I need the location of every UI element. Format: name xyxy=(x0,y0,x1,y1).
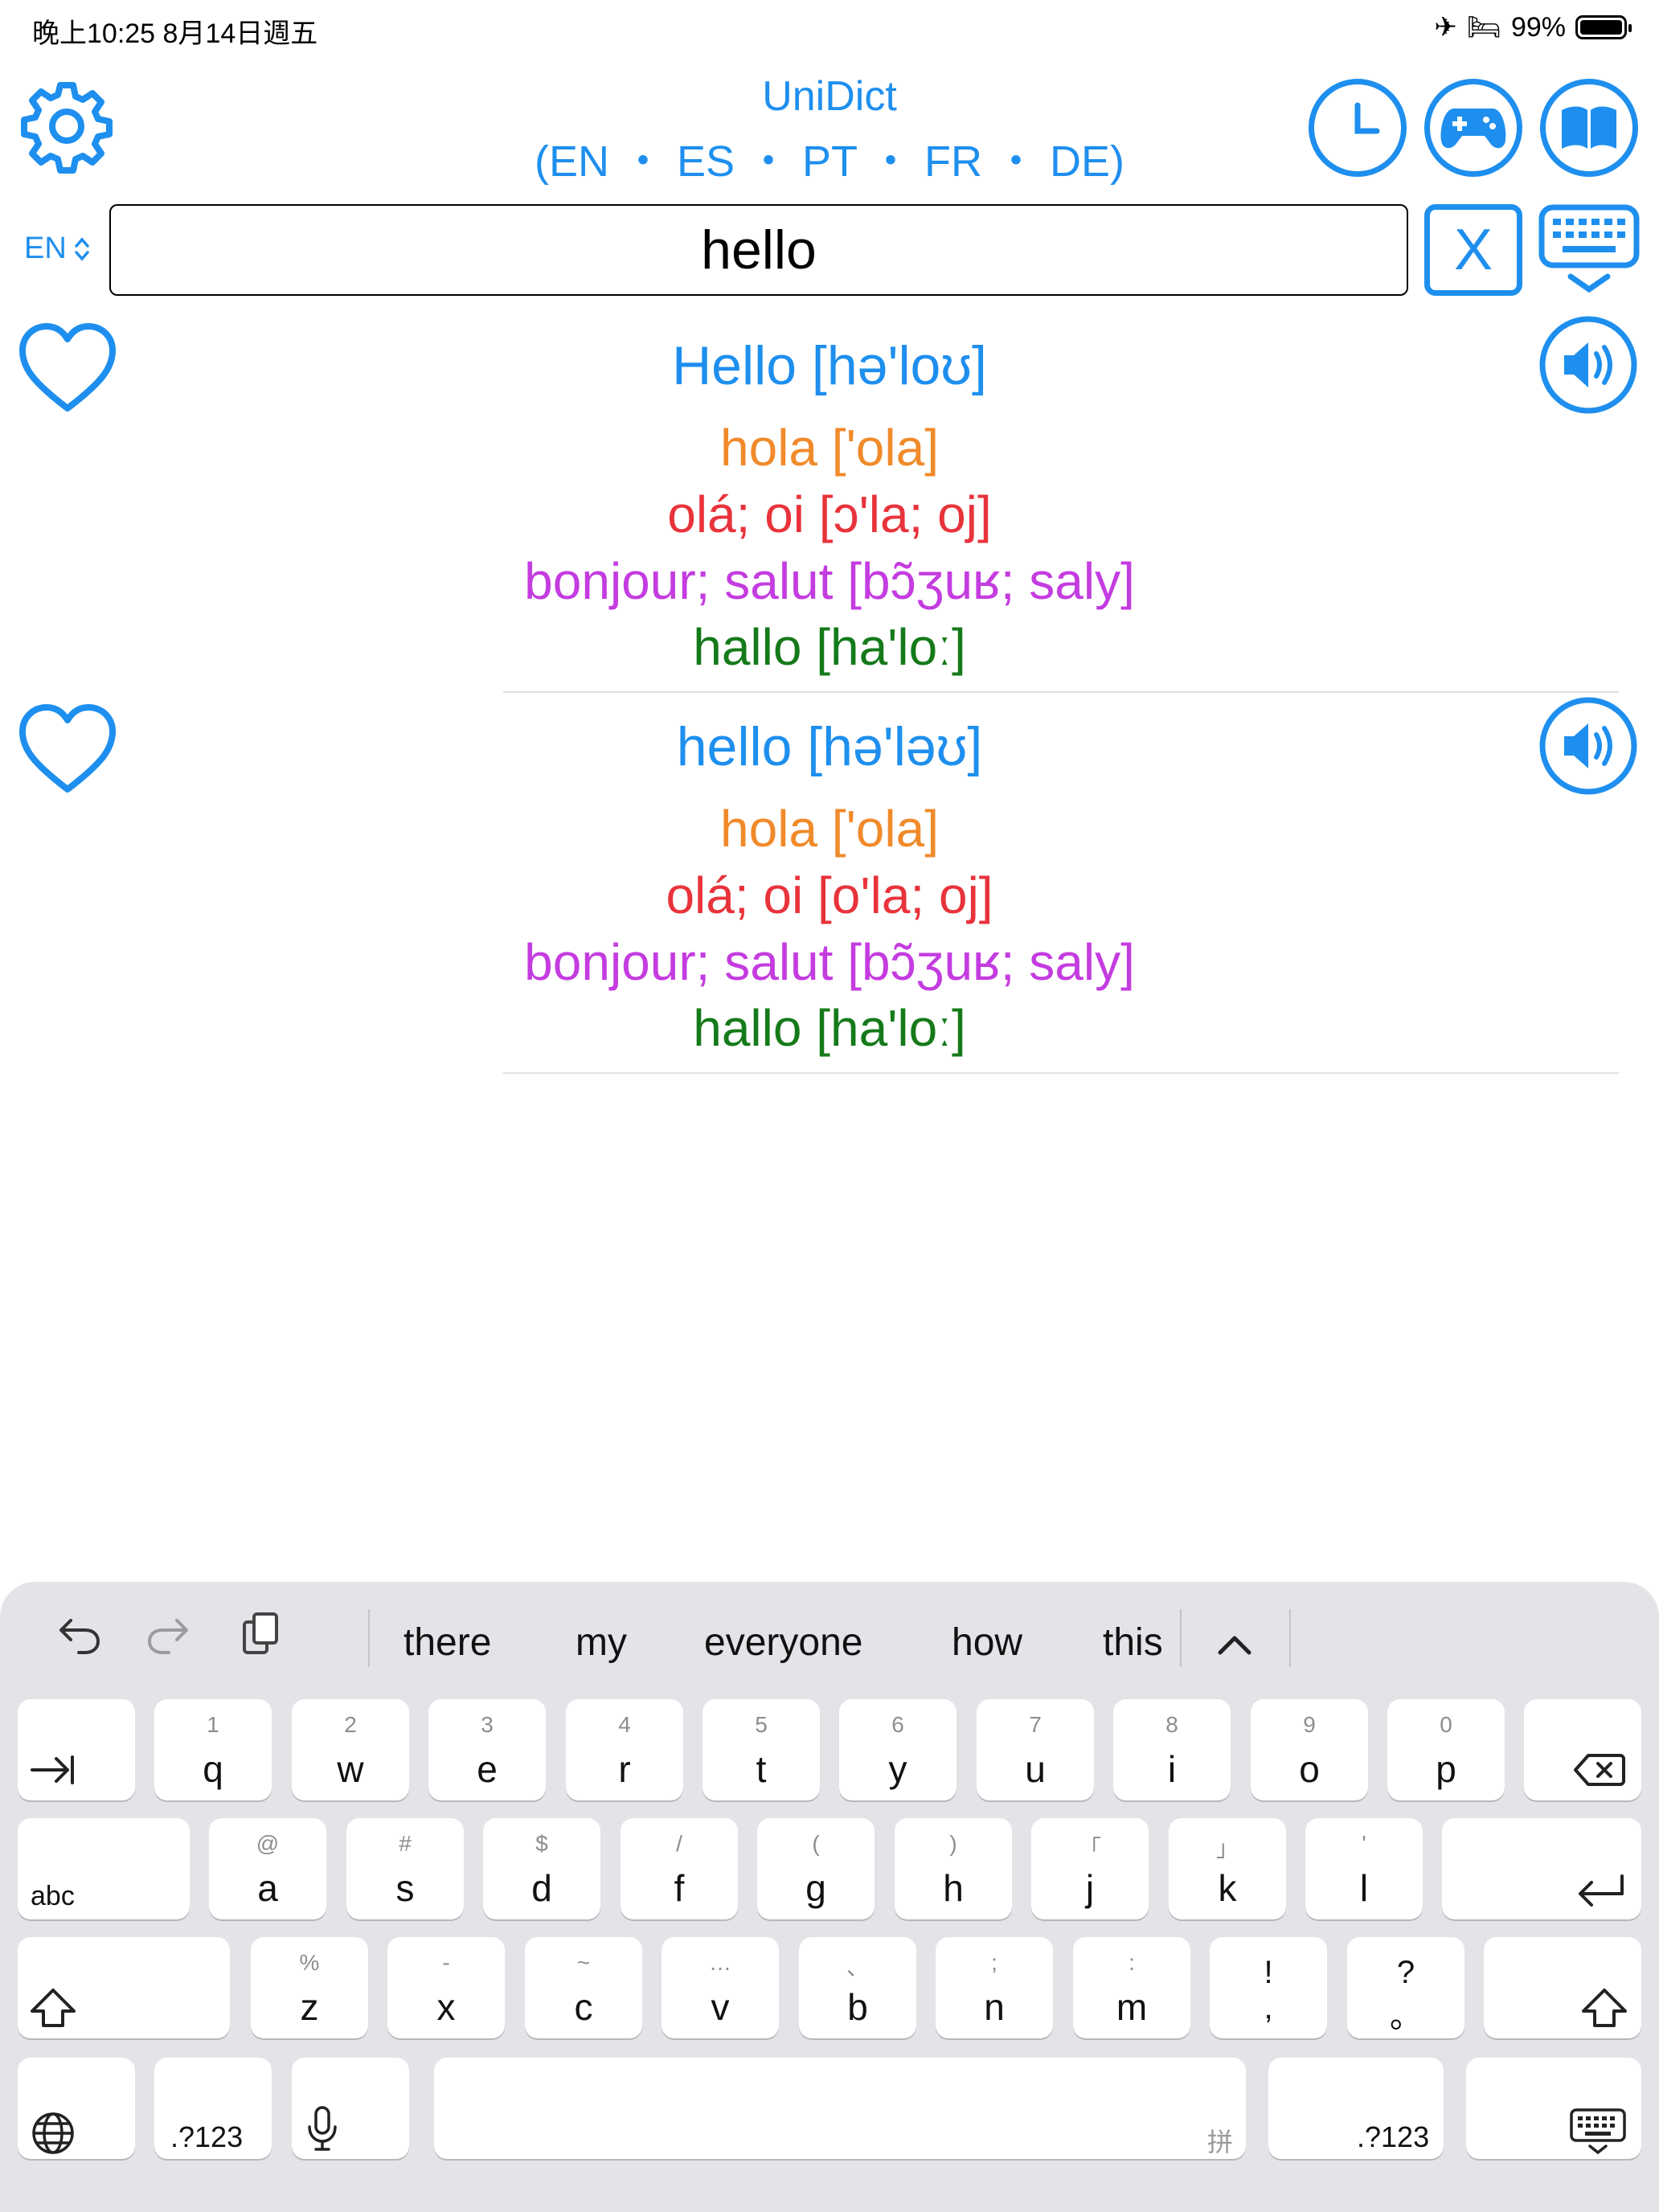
key-v[interactable]: … v xyxy=(662,1937,779,2038)
suggestion[interactable]: my xyxy=(576,1620,627,1665)
language-selector[interactable]: EN xyxy=(24,231,91,266)
result-french: bonjour; salut [bɔ̃ʒuʁ; saly] xyxy=(524,933,1135,991)
dictionary-button[interactable] xyxy=(1540,79,1638,177)
key-q[interactable]: 1q xyxy=(154,1699,272,1800)
key-c[interactable]: ~ c xyxy=(525,1937,642,2038)
result-divider xyxy=(503,1072,1619,1074)
clock-icon xyxy=(1354,102,1380,134)
globe-icon xyxy=(32,2112,74,2154)
return-icon xyxy=(1579,1874,1624,1907)
result-german: hallo [ha'loː] xyxy=(693,618,966,676)
key-r[interactable]: 4r xyxy=(566,1699,683,1800)
key-b[interactable]: 、 b xyxy=(799,1937,916,2038)
result-divider xyxy=(503,691,1619,693)
backspace-key[interactable] xyxy=(1524,1699,1641,1800)
chevron-updown-icon xyxy=(75,236,89,261)
suggestion[interactable]: there xyxy=(403,1620,491,1665)
key-e[interactable]: 3e xyxy=(428,1699,546,1800)
key-d[interactable]: $ d xyxy=(483,1818,600,1919)
result-french: bonjour; salut [bɔ̃ʒuʁ; saly] xyxy=(524,552,1135,610)
result-headword: hello [hə'ləʊ] xyxy=(676,716,983,777)
airplane-icon: ✈ xyxy=(1434,12,1457,43)
result-portuguese: olá; oi [ɔ'la; oj] xyxy=(667,485,992,543)
battery-percent: 99% xyxy=(1510,11,1566,43)
suggestion-divider xyxy=(1180,1609,1182,1667)
app-languages: (EN ・ ES ・ PT ・ FR ・ DE) xyxy=(534,137,1125,186)
clear-button[interactable]: X xyxy=(1424,204,1522,296)
key-x[interactable]: -x xyxy=(387,1937,505,2038)
dismiss-keyboard-key[interactable] xyxy=(1466,2058,1641,2159)
result-german: hallo [ha'loː] xyxy=(693,999,966,1057)
key-u[interactable]: 7u xyxy=(977,1699,1094,1800)
redo-icon[interactable] xyxy=(145,1609,193,1657)
result-headword: Hello [hə'loʊ] xyxy=(672,335,987,396)
key-j[interactable]: 「j xyxy=(1031,1818,1149,1919)
key-w[interactable]: 2w xyxy=(292,1699,409,1800)
key-y[interactable]: 6y xyxy=(839,1699,956,1800)
key-p[interactable]: 0p xyxy=(1387,1699,1505,1800)
key-o[interactable]: 9o xyxy=(1251,1699,1368,1800)
undo-icon[interactable] xyxy=(55,1609,103,1657)
globe-key[interactable] xyxy=(18,2058,135,2159)
key-f[interactable]: / f xyxy=(621,1818,738,1919)
gamepad-icon xyxy=(1440,109,1506,149)
abc-key[interactable]: abc xyxy=(18,1818,190,1919)
language-code: EN xyxy=(24,231,67,265)
status-indicators: ✈ 🛏 99% xyxy=(1434,11,1632,43)
suggestion[interactable]: how xyxy=(952,1620,1022,1665)
key-comma[interactable]: !, xyxy=(1210,1937,1327,2038)
key-g[interactable]: (g xyxy=(757,1818,875,1919)
chevron-up-icon[interactable] xyxy=(1212,1624,1257,1669)
shift-key-left[interactable] xyxy=(18,1937,230,2038)
key-period[interactable]: ?。 xyxy=(1347,1937,1464,2038)
key-k[interactable]: 」 k xyxy=(1169,1818,1286,1919)
dictation-key[interactable] xyxy=(292,2058,409,2159)
book-icon xyxy=(1562,106,1616,149)
app-title: UniDict xyxy=(762,73,897,120)
status-time: 晚上10:25 8月14日週五 xyxy=(32,18,318,49)
space-bar[interactable]: 拼 xyxy=(434,2058,1246,2159)
microphone-icon xyxy=(308,2106,337,2151)
key-t[interactable]: 5t xyxy=(703,1699,820,1800)
clear-label: X xyxy=(1453,218,1493,282)
backspace-icon xyxy=(1574,1754,1625,1786)
game-button[interactable] xyxy=(1424,79,1522,177)
tab-icon xyxy=(31,1755,74,1784)
history-button[interactable] xyxy=(1309,79,1407,177)
numbers-key-right[interactable]: .?123 xyxy=(1268,2058,1444,2159)
keyboard-toggle-icon[interactable] xyxy=(1538,204,1640,296)
shift-icon xyxy=(1582,1989,1627,2027)
result-spanish: hola ['ola] xyxy=(720,800,939,858)
result-portuguese: olá; oi [o'la; oj] xyxy=(666,866,993,924)
shift-icon xyxy=(31,1989,76,2027)
suggestion-divider xyxy=(1289,1609,1291,1667)
numbers-key[interactable]: .?123 xyxy=(154,2058,272,2159)
shift-key-right[interactable] xyxy=(1484,1937,1641,2038)
key-z[interactable]: % z xyxy=(251,1937,368,2038)
result-spanish: hola ['ola] xyxy=(720,419,939,477)
return-key[interactable] xyxy=(1442,1818,1641,1919)
key-a[interactable]: @ a xyxy=(209,1818,326,1919)
search-input[interactable]: hello xyxy=(109,204,1408,296)
key-h[interactable]: ) h xyxy=(895,1818,1012,1919)
settings-gear-icon[interactable] xyxy=(18,77,116,175)
key-m[interactable]: :m xyxy=(1073,1937,1190,2038)
toolbar-divider xyxy=(368,1609,370,1667)
sleep-icon: 🛏 xyxy=(1466,12,1501,43)
key-n[interactable]: ; n xyxy=(936,1937,1053,2038)
suggestion[interactable]: everyone xyxy=(704,1620,862,1665)
suggestion[interactable]: this xyxy=(1103,1620,1163,1665)
key-l[interactable]: ' l xyxy=(1305,1818,1423,1919)
keyboard-dismiss-icon xyxy=(1570,2108,1626,2155)
key-i[interactable]: 8i xyxy=(1113,1699,1231,1800)
paste-icon[interactable] xyxy=(236,1609,285,1657)
key-s[interactable]: # s xyxy=(346,1818,464,1919)
battery-icon xyxy=(1575,15,1632,39)
tab-key[interactable] xyxy=(18,1699,135,1800)
